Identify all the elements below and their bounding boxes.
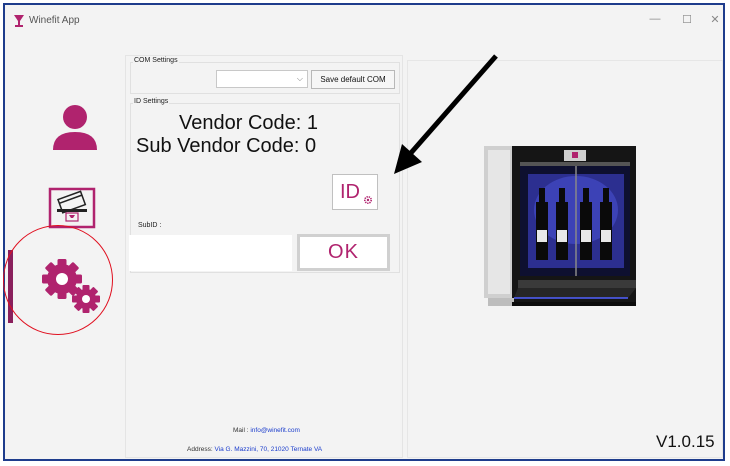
wine-dispenser-image [484, 146, 636, 306]
version-label: V1.0.15 [656, 432, 715, 451]
subid-label: SubID : [137, 222, 163, 229]
mail-label: Mail : [233, 427, 249, 434]
id-button-label: ID [340, 181, 360, 203]
subid-input[interactable] [129, 235, 292, 271]
save-default-com-button[interactable]: Save default COM [311, 70, 395, 89]
minimize-button[interactable]: — [645, 13, 665, 25]
user-icon [53, 105, 97, 150]
wine-glass-icon [14, 15, 24, 27]
maximize-button[interactable]: ☐ [677, 13, 697, 26]
ok-button[interactable]: OK [297, 234, 390, 271]
mail-line: Mail : info@winefit.com [233, 427, 300, 434]
sidebar-item-settings[interactable] [38, 257, 104, 315]
mail-link[interactable]: info@winefit.com [250, 427, 300, 434]
id-settings-button[interactable]: ID [332, 174, 378, 210]
title-bar[interactable]: Winefit App — ☐ ✕ [5, 5, 723, 39]
card-reader-icon [48, 187, 96, 229]
sub-vendor-code-text: Sub Vendor Code: 0 [136, 135, 317, 157]
gear-icon [363, 195, 373, 205]
com-settings-label: COM Settings [133, 57, 179, 64]
vendor-code-text: Vendor Code: 1 [179, 112, 318, 134]
chevron-down-icon: ⌵ [296, 74, 303, 83]
close-button[interactable]: ✕ [705, 13, 725, 26]
active-tab-indicator [8, 250, 13, 323]
address-line: Address: Via G. Mazzini, 70, 21020 Terna… [187, 446, 322, 453]
window-title: Winefit App [29, 15, 80, 26]
sidebar-item-card[interactable] [48, 185, 96, 229]
id-settings-label: ID Settings [133, 98, 170, 105]
address-value: Via G. Mazzini, 70, 21020 Ternate VA [214, 446, 323, 453]
gears-icon [42, 259, 100, 313]
sidebar-item-user[interactable] [50, 102, 100, 152]
com-port-select[interactable]: ⌵ [216, 70, 308, 88]
address-label: Address: [187, 446, 213, 453]
